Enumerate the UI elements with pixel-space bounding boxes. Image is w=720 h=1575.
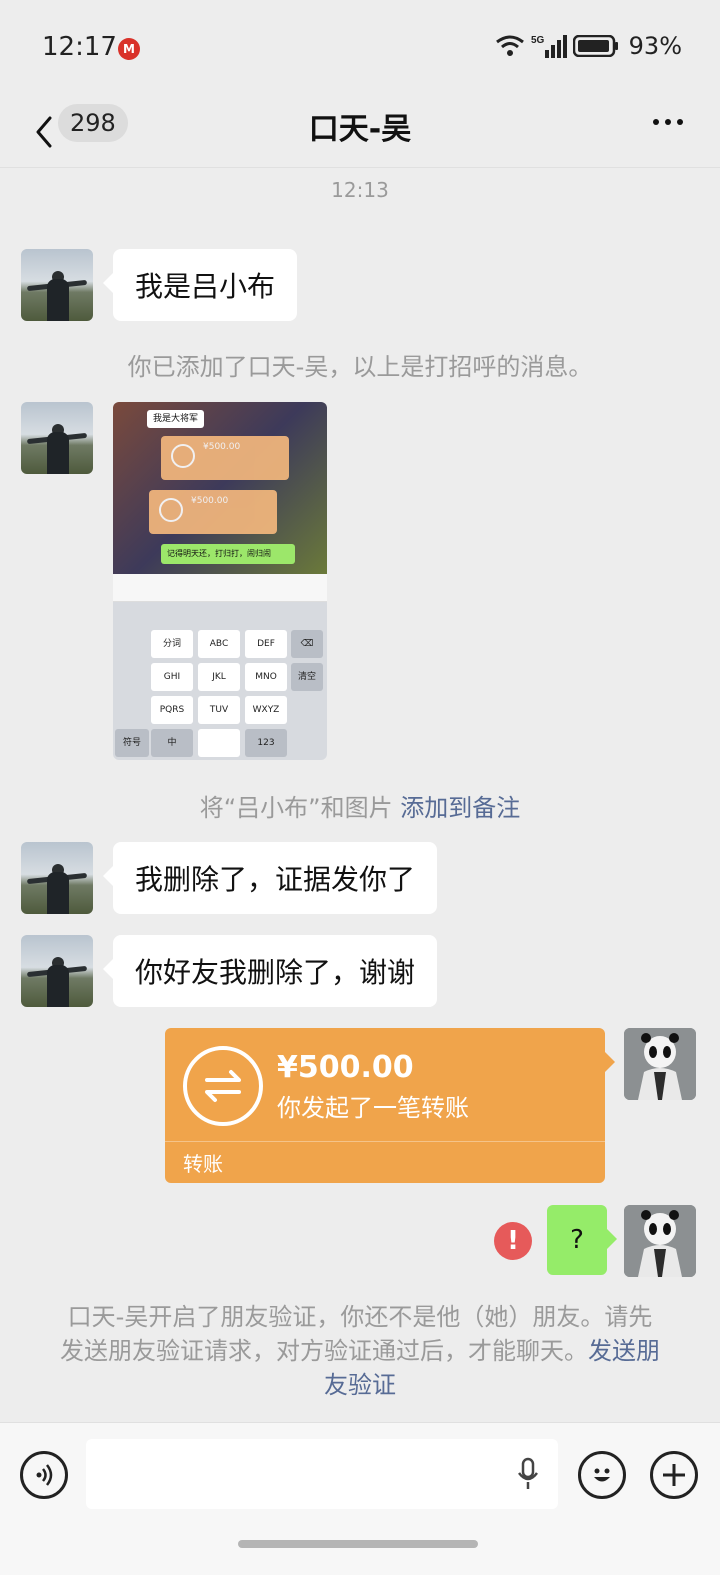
signal-5g-icon: 5G xyxy=(531,33,567,59)
screenshot-keyboard: 分词 ABC DEF ⌫ GHI JKL MNO 清空 PQRS TUV WXY… xyxy=(113,602,327,760)
self-message-bubble[interactable]: ? xyxy=(547,1205,617,1275)
transfer-amount: ¥500.00 xyxy=(277,1050,414,1085)
china-mobile-icon: M xyxy=(118,38,140,60)
screenshot-transfer-card: ¥500.00 xyxy=(161,436,289,480)
verification-text: 口天-吴开启了朋友验证，你还不是他（她）朋友。请先发送朋友验证请求，对方验证通过… xyxy=(60,1303,653,1365)
add-to-remark-link[interactable]: 添加到备注 xyxy=(400,794,520,822)
emoji-icon[interactable] xyxy=(578,1451,626,1499)
friend-avatar[interactable] xyxy=(21,935,93,1007)
chat-header: 298 口天-吴 xyxy=(0,96,720,168)
screenshot-green-message: 记得明天还，打归打，闹归闹 xyxy=(161,544,295,564)
svg-text:5G: 5G xyxy=(531,35,545,46)
screenshot-chat-area: 我是大将军 ¥500.00 ¥500.00 记得明天还，打归打，闹归闹 xyxy=(113,402,327,574)
friend-avatar[interactable] xyxy=(21,842,93,914)
status-indicators: 5G 93% xyxy=(495,32,682,60)
screenshot-image-message[interactable]: 我是大将军 ¥500.00 ¥500.00 记得明天还，打归打，闹归闹 分词 A… xyxy=(113,402,327,760)
message-bubble[interactable]: 我删除了，证据发你了 xyxy=(102,842,438,914)
status-time: 12:17 xyxy=(42,32,117,62)
friend-avatar[interactable] xyxy=(21,402,93,474)
battery-icon xyxy=(572,35,619,57)
remark-hint-text: 将“吕小布”和图片 xyxy=(199,794,393,822)
system-message: 你已添加了口天-吴，以上是打招呼的消息。 xyxy=(127,353,593,381)
remark-hint: 将“吕小布”和图片 添加到备注 xyxy=(0,788,720,823)
self-avatar[interactable] xyxy=(624,1205,696,1277)
send-failed-icon[interactable]: ! xyxy=(494,1222,532,1260)
add-more-icon[interactable] xyxy=(650,1451,698,1499)
transfer-description: 你发起了一笔转账 xyxy=(277,1094,469,1122)
friend-avatar[interactable] xyxy=(21,249,93,321)
self-avatar[interactable] xyxy=(624,1028,696,1100)
message-timestamp: 12:13 xyxy=(331,178,389,202)
transfer-card[interactable]: ¥500.00 你发起了一笔转账 转账 xyxy=(165,1028,615,1183)
status-bar: 12:17 M 5G 93% xyxy=(0,0,720,96)
input-bar xyxy=(0,1422,720,1575)
message-input[interactable] xyxy=(86,1439,558,1509)
wifi-icon xyxy=(495,34,525,58)
voice-mode-icon[interactable] xyxy=(20,1451,68,1499)
screenshot-transfer-card: ¥500.00 xyxy=(149,490,277,534)
home-indicator[interactable] xyxy=(238,1540,478,1548)
chat-title: 口天-吴 xyxy=(308,112,412,147)
screenshot-chip: 我是大将军 xyxy=(147,410,205,428)
screenshot-input-bar xyxy=(113,574,327,602)
transfer-label: 转账 xyxy=(183,1152,223,1176)
transfer-arrows-icon xyxy=(183,1046,263,1126)
verification-notice: 口天-吴开启了朋友验证，你还不是他（她）朋友。请先发送朋友验证请求，对方验证通过… xyxy=(60,1300,660,1402)
message-bubble[interactable]: 我是吕小布 xyxy=(102,249,298,321)
transfer-divider xyxy=(165,1141,605,1142)
microphone-icon[interactable] xyxy=(516,1457,540,1495)
battery-percent: 93% xyxy=(628,32,682,60)
message-bubble[interactable]: 你好友我删除了，谢谢 xyxy=(102,935,438,1007)
more-options-icon[interactable] xyxy=(646,102,690,142)
